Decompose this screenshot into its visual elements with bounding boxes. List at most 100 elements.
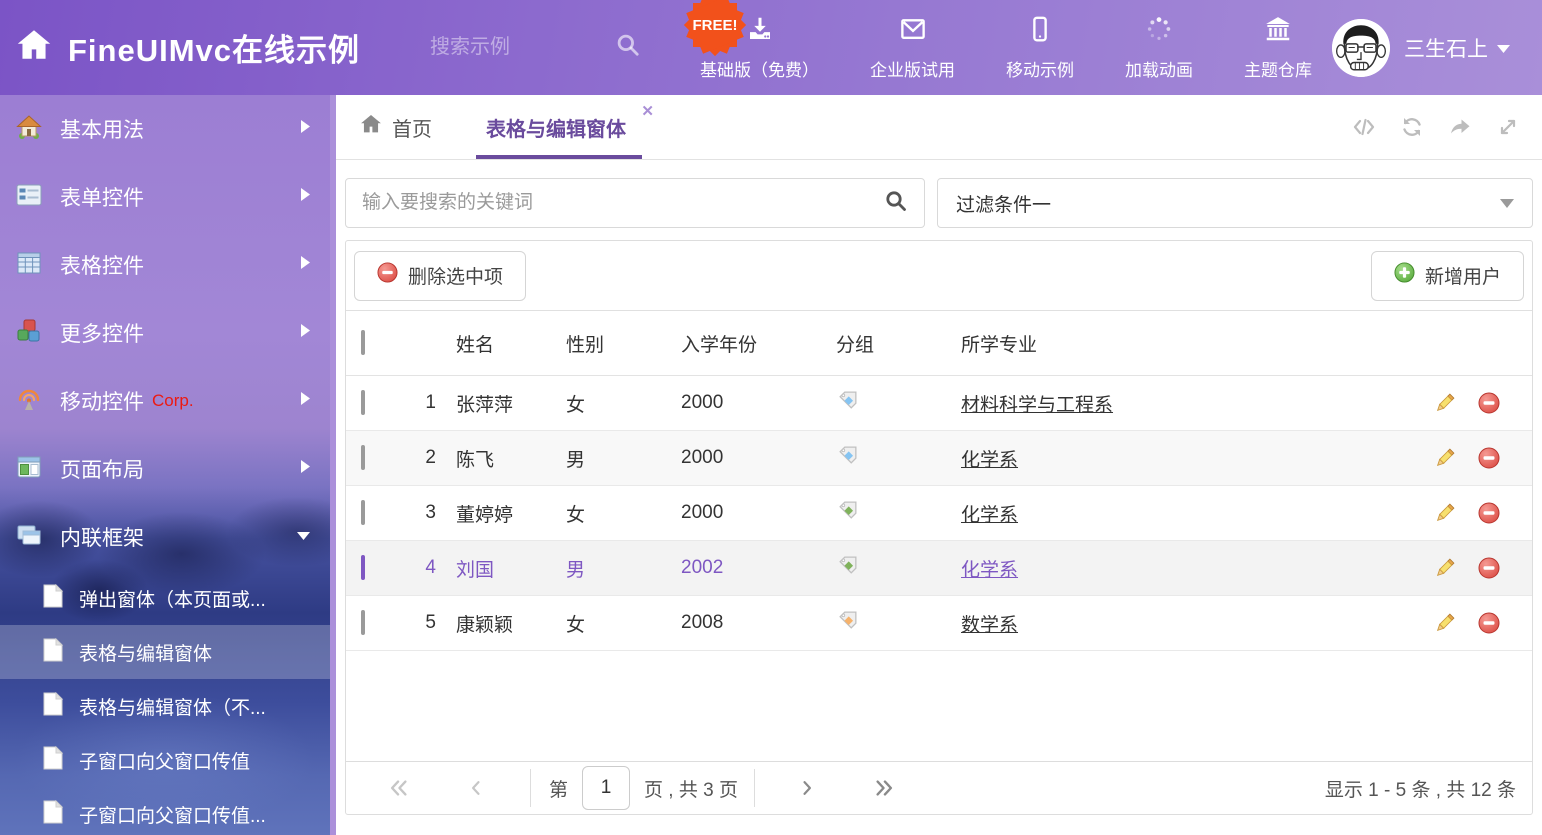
close-icon[interactable]: ✕	[641, 104, 654, 119]
sidebar-item-more-controls[interactable]: 更多控件	[0, 299, 330, 367]
major-link[interactable]: 化学系	[961, 505, 1018, 526]
sidebar-item-label: 基本用法	[60, 114, 144, 144]
major-link[interactable]: 材料科学与工程系	[961, 395, 1113, 416]
add-user-button[interactable]: 新增用户	[1371, 251, 1524, 301]
row-checkbox[interactable]	[361, 500, 365, 525]
cell-name: 刘国	[436, 555, 566, 582]
sidebar-subitem-grid-edit-window-2[interactable]: 表格与编辑窗体（不...	[0, 679, 330, 733]
sidebar-item-mobile-controls[interactable]: 移动控件 Corp.	[0, 367, 330, 435]
page-label-suffix: 页 , 共 3 页	[644, 775, 738, 802]
user-grid-panel: 删除选中项 新增用户 姓名 性别 入学年份 分组 所学专业 1 张萍萍 女	[345, 240, 1533, 815]
sidebar-subitem-grid-edit-window[interactable]: 表格与编辑窗体	[0, 625, 330, 679]
search-icon[interactable]	[884, 189, 908, 218]
sidebar-item-label: 移动控件	[60, 386, 144, 416]
column-header-year[interactable]: 入学年份	[681, 330, 836, 357]
row-number: 3	[396, 502, 436, 524]
divider	[530, 769, 531, 807]
major-link[interactable]: 化学系	[961, 560, 1018, 581]
chevron-right-icon	[301, 460, 310, 478]
delete-row-icon[interactable]	[1478, 502, 1500, 525]
delete-row-icon[interactable]	[1478, 612, 1500, 635]
column-header-gender[interactable]: 性别	[566, 330, 681, 357]
share-forward-icon[interactable]	[1448, 115, 1472, 139]
menu-item-label: 移动示例	[1006, 56, 1074, 81]
search-icon[interactable]	[580, 32, 641, 63]
tab-active-label: 表格与编辑窗体	[486, 113, 626, 142]
phone-icon	[1025, 14, 1055, 49]
row-checkbox[interactable]	[361, 610, 365, 635]
delete-row-icon[interactable]	[1478, 392, 1500, 415]
select-all-checkbox[interactable]	[361, 330, 365, 355]
sidebar-item-basic-usage[interactable]: 基本用法	[0, 95, 330, 163]
brand[interactable]: FineUIMvc在线示例	[16, 0, 360, 95]
row-checkbox[interactable]	[361, 390, 365, 415]
menu-item-label: 基础版（免费）	[700, 56, 819, 81]
row-number: 1	[396, 392, 436, 414]
download-icon	[745, 14, 775, 49]
next-page-button[interactable]	[797, 778, 817, 798]
major-link[interactable]: 化学系	[961, 450, 1018, 471]
table-row: 1 张萍萍 女 2000 材料科学与工程系	[346, 376, 1532, 431]
menu-item-mobile-demo[interactable]: 移动示例	[1006, 14, 1074, 81]
layout-color-icon	[16, 454, 42, 485]
row-number: 2	[396, 447, 436, 469]
column-header-group[interactable]: 分组	[836, 330, 951, 357]
edit-pencil-icon[interactable]	[1433, 502, 1456, 525]
sidebar-item-page-layout[interactable]: 页面布局	[0, 435, 330, 503]
delete-row-icon[interactable]	[1478, 447, 1500, 470]
source-code-icon[interactable]	[1352, 115, 1376, 139]
menu-item-loading-animation[interactable]: 加载动画	[1125, 14, 1193, 81]
table-row: 5 康颖颖 女 2008 数学系	[346, 596, 1532, 651]
column-header-major[interactable]: 所学专业	[951, 330, 1402, 357]
filter-select-value: 过滤条件一	[956, 190, 1051, 217]
column-header-name[interactable]: 姓名	[436, 330, 566, 357]
sidebar-subitem-label: 子窗口向父窗口传值	[79, 747, 250, 774]
tab-grid-edit-window[interactable]: 表格与编辑窗体 ✕	[476, 95, 656, 159]
tag-icon	[836, 388, 860, 418]
corp-badge: Corp.	[152, 391, 194, 411]
table-row: 2 陈飞 男 2000 化学系	[346, 431, 1532, 486]
major-link[interactable]: 数学系	[961, 615, 1018, 636]
delete-row-icon[interactable]	[1478, 557, 1500, 580]
sidebar-item-inline-frames[interactable]: 内联框架	[0, 503, 330, 571]
delete-selected-button[interactable]: 删除选中项	[354, 251, 526, 301]
envelope-icon	[898, 14, 928, 49]
cell-name: 张萍萍	[436, 390, 566, 417]
row-checkbox[interactable]	[361, 555, 365, 580]
last-page-button[interactable]	[873, 777, 895, 799]
sidebar-subitem-child-to-parent-2[interactable]: 子窗口向父窗口传值...	[0, 787, 330, 835]
chevron-down-icon	[297, 528, 310, 546]
add-user-label: 新增用户	[1425, 262, 1501, 289]
menu-item-label: 加载动画	[1125, 56, 1193, 81]
page-number-input[interactable]	[582, 766, 630, 810]
edit-pencil-icon[interactable]	[1433, 557, 1456, 580]
app-header: FineUIMvc在线示例 FREE! 基础版（免费） 企业版试用	[0, 0, 1542, 95]
menu-item-enterprise-trial[interactable]: 企业版试用	[870, 14, 955, 81]
sidebar-subitem-popup-window[interactable]: 弹出窗体（本页面或...	[0, 571, 330, 625]
cell-year: 2000	[681, 392, 836, 414]
file-icon	[42, 584, 64, 613]
row-number: 4	[396, 557, 436, 579]
tab-home[interactable]: 首页	[360, 113, 432, 142]
edit-pencil-icon[interactable]	[1433, 612, 1456, 635]
user-menu[interactable]: 三生石上	[1332, 0, 1510, 95]
fullscreen-icon[interactable]	[1496, 115, 1520, 139]
home-icon	[16, 27, 52, 68]
sidebar-subitem-label: 子窗口向父窗口传值...	[79, 801, 266, 828]
sidebar-subitem-label: 表格与编辑窗体（不...	[79, 693, 266, 720]
filter-select[interactable]: 过滤条件一	[937, 178, 1533, 228]
refresh-icon[interactable]	[1400, 115, 1424, 139]
sidebar-subitem-child-to-parent[interactable]: 子窗口向父窗口传值	[0, 733, 330, 787]
prev-page-button[interactable]	[466, 778, 486, 798]
edit-pencil-icon[interactable]	[1433, 447, 1456, 470]
sidebar-item-form-controls[interactable]: 表单控件	[0, 163, 330, 231]
row-checkbox[interactable]	[361, 445, 365, 470]
first-page-button[interactable]	[388, 777, 410, 799]
header-search-input[interactable]	[430, 36, 580, 59]
edit-pencil-icon[interactable]	[1433, 392, 1456, 415]
menu-item-theme-repo[interactable]: 主题仓库	[1244, 14, 1312, 81]
keyword-search-input[interactable]	[362, 192, 884, 214]
sidebar-item-grid-controls[interactable]: 表格控件	[0, 231, 330, 299]
cell-year: 2002	[681, 557, 836, 579]
chevron-right-icon	[301, 256, 310, 274]
